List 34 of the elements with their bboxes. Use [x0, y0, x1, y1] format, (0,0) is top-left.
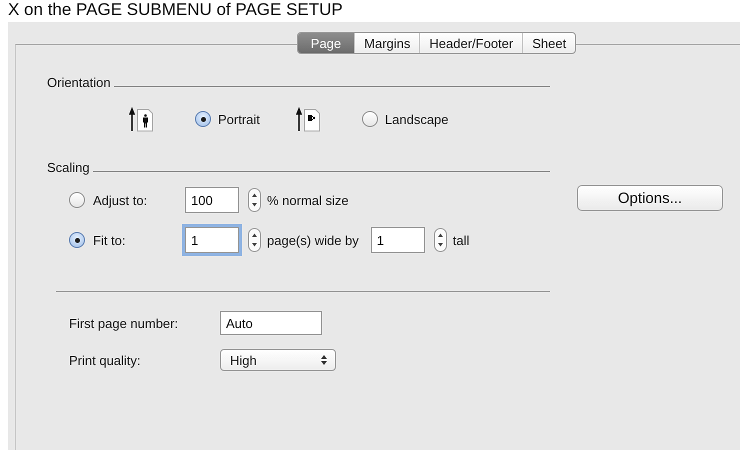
tab[interactable]: Sheet	[522, 33, 576, 53]
orientation-radio-label[interactable]: Portrait	[195, 111, 260, 127]
radio-label: Adjust to:	[93, 192, 148, 208]
field-label: % normal size	[267, 192, 349, 208]
landscape-page-icon	[296, 106, 322, 132]
tab[interactable]: Page	[298, 33, 354, 53]
text-field[interactable]: Auto	[220, 311, 322, 335]
radio-label: Landscape	[384, 112, 449, 126]
stepper-icon[interactable]	[248, 228, 261, 252]
radio-button[interactable]	[195, 111, 211, 127]
caption-text: X on the PAGE SUBMENU of PAGE SETUP	[7, 0, 344, 21]
radio-label: Fit to:	[93, 232, 126, 248]
updown-arrows-icon	[321, 355, 327, 365]
section-heading: Orientation	[47, 75, 111, 90]
field-label: Print quality:	[69, 352, 142, 368]
number-field[interactable]: 100	[185, 187, 239, 213]
options-button[interactable]: Options...	[577, 185, 723, 211]
number-field[interactable]: 1	[185, 227, 239, 253]
field-label: tall	[452, 232, 470, 248]
tab[interactable]: Header/Footer	[419, 33, 522, 53]
radio-button[interactable]	[69, 192, 85, 208]
portrait-page-icon	[129, 106, 155, 132]
tab[interactable]: Margins	[354, 33, 420, 53]
field-label: page(s) wide by	[267, 232, 359, 248]
radio-button[interactable]	[69, 232, 85, 248]
orientation-radio-label[interactable]: Landscape	[362, 111, 449, 127]
popup-menu[interactable]: High	[220, 349, 336, 371]
radio-button[interactable]	[362, 111, 378, 127]
stepper-icon[interactable]	[248, 188, 261, 212]
radio-label: Portrait	[218, 112, 260, 126]
number-field[interactable]: 1	[370, 227, 425, 253]
section-heading: Scaling	[47, 160, 90, 175]
field-label: First page number:	[69, 316, 180, 330]
stepper-icon[interactable]	[434, 228, 447, 252]
